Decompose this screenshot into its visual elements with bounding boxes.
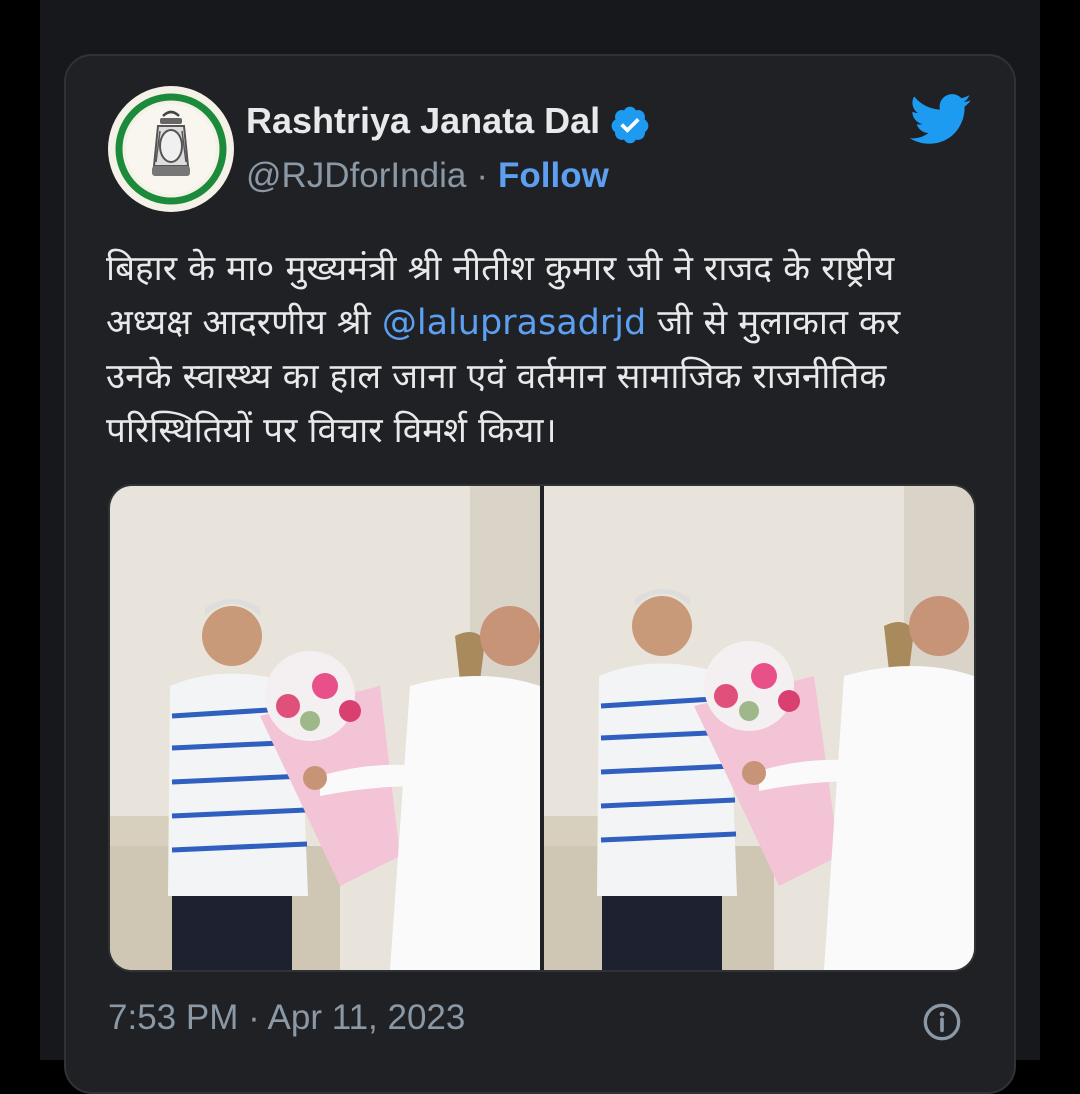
tweet-card[interactable]: Rashtriya Janata Dal @RJDforIndia · Follow… xyxy=(64,54,1016,1094)
photo-2[interactable] xyxy=(544,486,974,970)
info-icon[interactable] xyxy=(922,1002,962,1042)
tweet-text: बिहार के मा० मुख्यमंत्री श्री नीतीश कुमा… xyxy=(106,242,966,458)
separator-dot: · xyxy=(476,156,488,195)
handle[interactable]: @RJDforIndia xyxy=(246,156,466,195)
media-grid xyxy=(108,484,976,972)
twitter-bird-icon[interactable] xyxy=(910,94,972,146)
follow-button[interactable]: Follow xyxy=(498,156,609,195)
photo-2-image xyxy=(544,486,974,970)
left-gutter xyxy=(0,0,40,1060)
lantern-logo-icon xyxy=(111,89,231,209)
verified-badge-icon xyxy=(611,106,649,144)
photo-1-image xyxy=(110,486,540,970)
photo-1[interactable] xyxy=(110,486,540,970)
display-name[interactable]: Rashtriya Janata Dal xyxy=(246,100,600,142)
mention-link[interactable]: @laluprasadrjd xyxy=(382,303,646,343)
avatar[interactable] xyxy=(108,86,234,212)
right-gutter xyxy=(1040,0,1080,1060)
handle-row: @RJDforIndia · Follow xyxy=(246,156,609,196)
timestamp[interactable]: 7:53 PM · Apr 11, 2023 xyxy=(108,998,465,1038)
